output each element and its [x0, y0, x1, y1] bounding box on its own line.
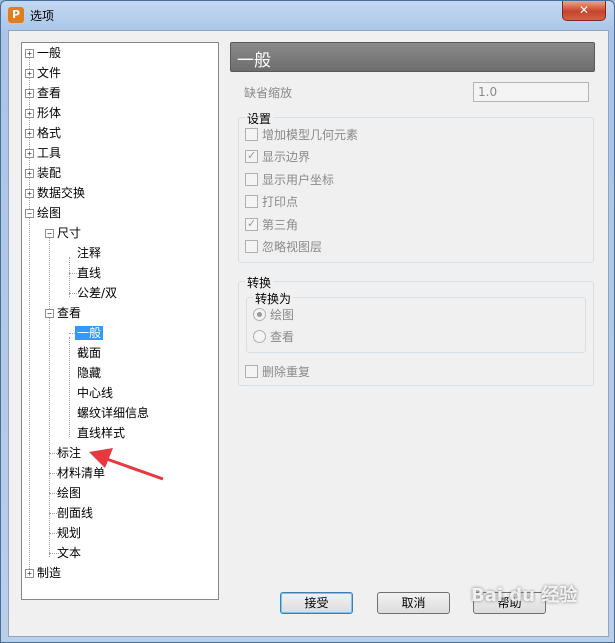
annotation-arrow-head: [89, 448, 113, 468]
watermark-logo: Bai du 经验: [471, 585, 578, 606]
options-dialog: P 选项 ✕ + 一般 + 文件 + 查看 + 形体 + 格式 + 工具 + 装…: [0, 0, 615, 643]
annotation-arrow-icon: [89, 448, 164, 481]
annotation-arrow-shaft: [100, 455, 164, 481]
